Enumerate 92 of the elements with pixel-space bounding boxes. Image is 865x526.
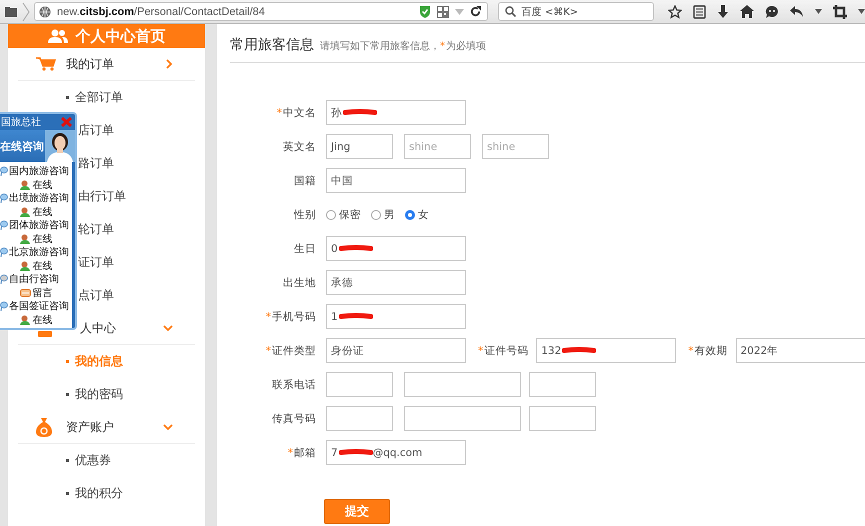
input-field[interactable]: 中国 xyxy=(326,168,466,193)
status-text: 在线 xyxy=(32,206,52,219)
input-field[interactable] xyxy=(529,406,596,431)
status-text: 留言 xyxy=(32,286,52,300)
input-field[interactable] xyxy=(326,372,393,397)
field-label: 国籍 xyxy=(293,174,316,188)
star-icon[interactable] xyxy=(668,4,682,18)
chevron-down-icon[interactable] xyxy=(163,324,173,332)
field-label: 联系电话 xyxy=(271,378,316,392)
input-field[interactable]: 孙 xyxy=(326,100,466,125)
field-label: *证件类型 xyxy=(264,344,316,358)
menu-item[interactable]: 优惠券 xyxy=(75,452,111,469)
redaction-mark xyxy=(338,245,373,252)
input-field[interactable]: Jing xyxy=(326,134,393,159)
input-field[interactable] xyxy=(404,406,521,431)
menu-item[interactable]: 点订单 xyxy=(78,287,114,304)
banner-text: 在线咨询 xyxy=(0,138,44,154)
field-label: *中文名 xyxy=(276,106,316,120)
radio-option[interactable]: 女 xyxy=(405,208,429,222)
service-link[interactable]: 各国签证咨询 xyxy=(9,299,69,313)
input-field[interactable]: 7 @qq.com xyxy=(326,440,466,465)
popup-title: 国旅总社 xyxy=(1,116,41,129)
users-icon xyxy=(48,29,68,43)
section-title[interactable]: 人中心 xyxy=(80,320,116,336)
page-title: 常用旅客信息 xyxy=(230,36,314,54)
service-link[interactable]: 出境旅游咨询 xyxy=(9,191,69,205)
menu-item[interactable]: 轮订单 xyxy=(78,221,114,238)
redaction-mark xyxy=(338,449,373,456)
search-icon xyxy=(504,6,516,17)
input-field[interactable]: 1 xyxy=(326,304,466,329)
dropdown-icon[interactable] xyxy=(815,9,822,14)
field-label: 性别 xyxy=(292,208,316,222)
field-label: *证件号码 xyxy=(478,344,528,358)
redaction-mark xyxy=(562,347,596,354)
redaction-mark xyxy=(343,109,377,116)
section-title[interactable]: 资产账户 xyxy=(66,418,114,436)
input-field[interactable]: 132 xyxy=(536,338,676,363)
download-icon[interactable] xyxy=(717,4,729,18)
chat-bubble-icon xyxy=(0,274,8,284)
field-label: 生日 xyxy=(293,242,316,256)
chat-icon[interactable] xyxy=(765,4,779,18)
chevron-right-icon[interactable] xyxy=(166,59,173,69)
input-field[interactable]: 承德 xyxy=(326,270,466,295)
home-icon[interactable] xyxy=(740,5,754,18)
hint-text: 请填写如下常用旅客信息，*为必填项 xyxy=(320,40,486,53)
redaction-mark xyxy=(338,313,373,320)
address-field[interactable]: new.citsbj.com/Personal/ContactDetail/84 xyxy=(34,2,488,21)
chevron-down-icon[interactable] xyxy=(163,424,173,430)
chat-bubble-icon xyxy=(0,220,8,230)
status-text: 在线 xyxy=(32,232,52,246)
field-label: *邮箱 xyxy=(286,446,316,460)
status-text: 在线 xyxy=(32,178,52,192)
dropdown-icon[interactable] xyxy=(858,9,865,14)
input-field[interactable] xyxy=(326,406,393,431)
reader-icon[interactable] xyxy=(693,4,706,18)
field-label: 传真号码 xyxy=(271,412,316,426)
chat-bubble-icon xyxy=(0,166,8,176)
crop-icon[interactable] xyxy=(833,4,847,18)
radio-option[interactable]: 男 xyxy=(371,208,395,222)
input-field[interactable]: 0 xyxy=(326,236,466,261)
menu-item[interactable]: 全部订单 xyxy=(75,89,123,106)
service-link[interactable]: 北京旅游咨询 xyxy=(9,245,69,259)
reload-icon[interactable] xyxy=(470,6,481,17)
service-link[interactable]: 团体旅游咨询 xyxy=(9,218,69,232)
menu-item[interactable]: 由行订单 xyxy=(78,188,126,205)
field-label: 出生地 xyxy=(282,276,316,290)
status-text: 在线 xyxy=(32,260,52,273)
status-text: 在线 xyxy=(32,314,52,327)
field-label: 英文名 xyxy=(282,140,316,154)
input-field[interactable] xyxy=(404,372,521,397)
back-arrow-icon[interactable] xyxy=(790,6,804,18)
input-field[interactable] xyxy=(529,372,596,397)
menu-item[interactable]: 店订单 xyxy=(78,122,114,139)
menu-item[interactable]: 我的密码 xyxy=(75,386,123,403)
menu-item[interactable]: 路订单 xyxy=(78,155,114,172)
input-field[interactable]: 身份证 xyxy=(326,338,466,363)
shield-icon[interactable] xyxy=(418,5,431,18)
menu-item[interactable]: 我的积分 xyxy=(75,485,123,502)
menu-item[interactable]: 证订单 xyxy=(78,254,114,271)
service-link[interactable]: 自由行咨询 xyxy=(9,272,59,286)
section-title[interactable]: 我的订单 xyxy=(66,56,114,72)
chat-bubble-icon xyxy=(0,193,8,203)
chat-bubble-icon xyxy=(0,301,8,311)
chevron-icon xyxy=(22,2,30,22)
chat-bubble-icon xyxy=(0,247,8,257)
search-field[interactable]: 百度 <⌘K> xyxy=(498,2,654,21)
service-link[interactable]: 国内旅游咨询 xyxy=(9,164,69,178)
globe-icon xyxy=(39,6,51,18)
field-label: *手机号码 xyxy=(264,310,316,324)
input-field[interactable]: 2022年 xyxy=(736,338,865,363)
radio-option[interactable]: 保密 xyxy=(326,208,361,222)
field-label: *有效期 xyxy=(688,344,728,358)
